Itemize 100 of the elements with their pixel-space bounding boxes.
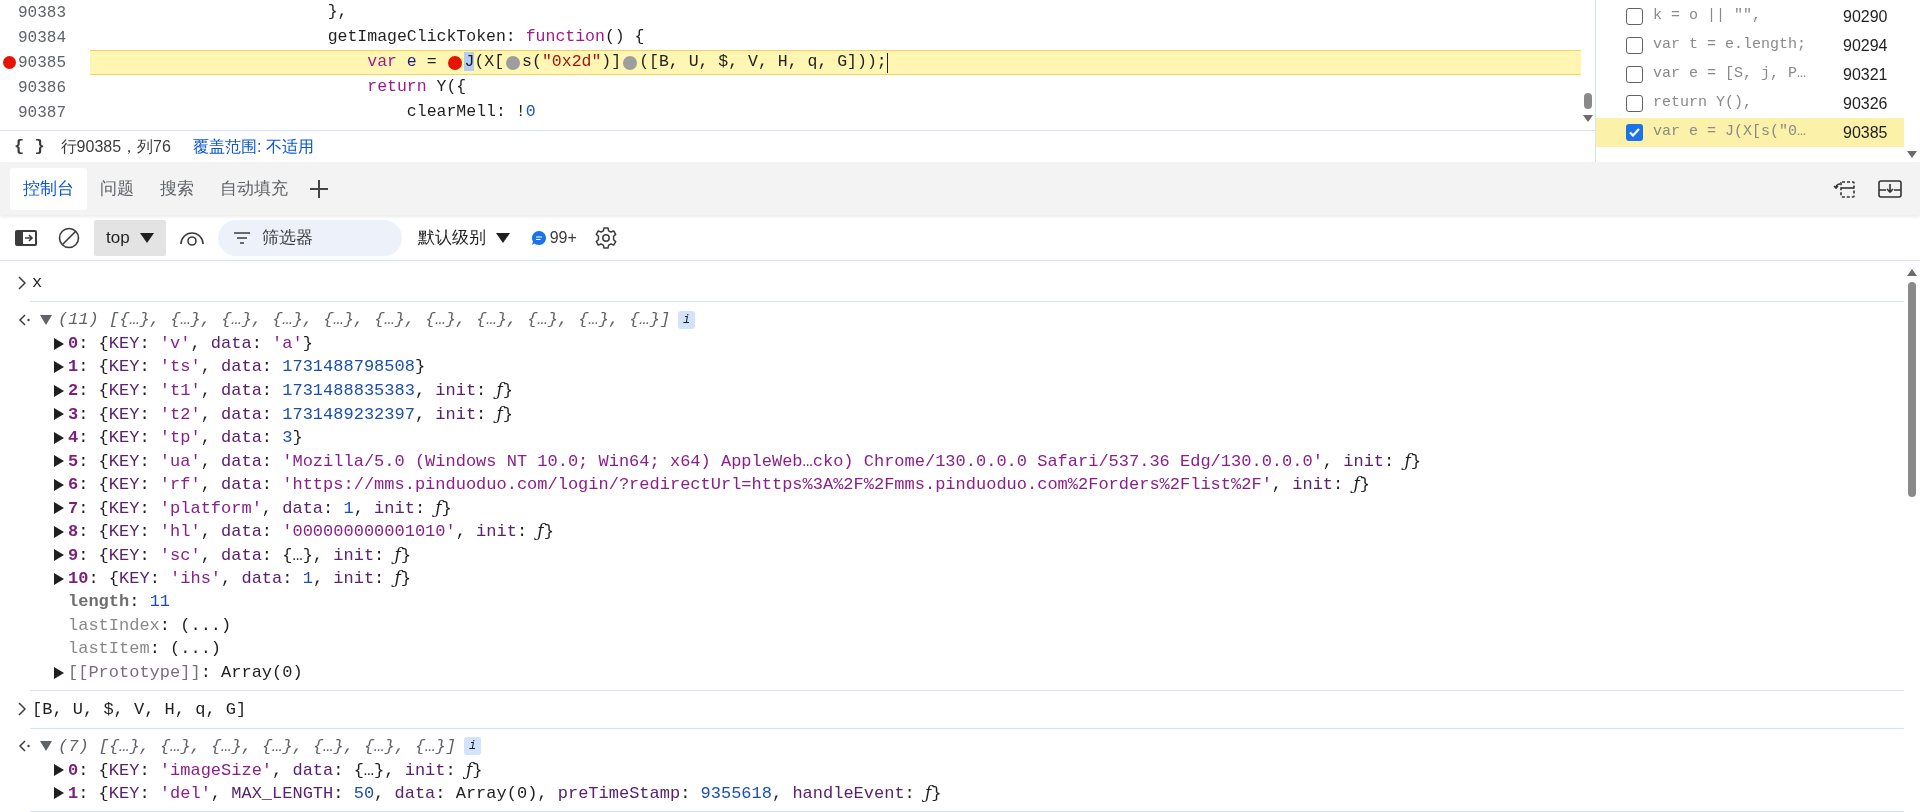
checkbox[interactable] <box>1626 37 1643 54</box>
breakpoint-line-number: 90326 <box>1843 93 1888 114</box>
result-arrow-icon <box>18 740 30 753</box>
line-number: 90383 <box>18 2 66 24</box>
undock-panel-icon[interactable] <box>1832 178 1856 199</box>
property-entry: lastItem: (...) <box>68 638 222 661</box>
breakpoint-code: k = o || "", <box>1653 6 1763 27</box>
checkmark-icon <box>1629 128 1640 137</box>
drawer-tab[interactable]: 问题 <box>87 167 147 210</box>
breakpoint-line-number: 90321 <box>1843 64 1888 85</box>
scroll-up-arrow-icon[interactable] <box>1907 269 1917 276</box>
property-entry: 9: {KEY: 'sc', data: {…}, init: ƒ} <box>68 542 411 567</box>
drawer-tab[interactable]: 自动填充 <box>207 167 301 210</box>
cursor-position: 行90385，列76 <box>60 136 171 157</box>
scrollbar-thumb[interactable] <box>1584 93 1592 109</box>
code-text: J(X[ <box>464 51 505 74</box>
property-entry: 0: {KEY: 'v', data: 'a'} <box>68 332 313 355</box>
dropdown-caret-icon <box>495 232 510 243</box>
expand-triangle-icon[interactable] <box>54 408 64 420</box>
expand-triangle-icon[interactable] <box>40 741 52 752</box>
property-entry: 2: {KEY: 't1', data: 1731488835383, init: ƒ} <box>68 378 513 403</box>
property-entry: [[Prototype]]: Array(0) <box>68 661 303 684</box>
chat-bubble-icon <box>531 230 546 245</box>
code-text: s("0x2d")] <box>522 51 622 74</box>
scrollbar-thumb[interactable] <box>1908 282 1916 497</box>
breakpoint-code: return Y(), <box>1653 93 1754 114</box>
checkbox[interactable] <box>1626 66 1643 83</box>
expand-triangle-icon[interactable] <box>54 549 64 561</box>
property-entry: 5: {KEY: 'ua', data: 'Mozilla/5.0 (Windows NT 10.0; Win64; x64) AppleWeb…cko) Chrome/130.0.0.0 Safari/537.36 Edg/130.0.0.0', init: ƒ} <box>68 448 1421 473</box>
expand-triangle-icon[interactable] <box>54 525 64 538</box>
expand-triangle-icon[interactable] <box>54 478 64 491</box>
breakpoint-line-number: 90294 <box>1843 35 1888 56</box>
property-entry: 8: {KEY: 'hl', data: '000000000001010', init: ƒ} <box>68 519 554 544</box>
breakpoint-line-number: 90385 <box>1843 122 1888 143</box>
info-badge[interactable]: i <box>463 737 482 756</box>
inline-breakpoint-icon[interactable] <box>448 55 463 70</box>
property-entry: 6: {KEY: 'rf', data: 'https://mms.pinduoduo.com/login/?redirectUrl=https%3A%2F%2Fmms.pinduoduo.com%2Forders%2Flist%2F', init: ƒ} <box>68 472 1370 497</box>
result-arrow-icon <box>18 314 30 326</box>
property-entry: 3: {KEY: 't2', data: 1731489232397, init: ƒ} <box>68 401 513 426</box>
property-entry: 1: {KEY: 'del', MAX_LENGTH: 50, data: Array(0), preTimeStamp: 9355618, handleEvent: ƒ} <box>68 781 942 805</box>
code-text: }, <box>326 1 348 24</box>
prompt-chevron-icon <box>18 702 26 717</box>
expand-triangle-icon[interactable] <box>54 787 64 800</box>
line-number: 90385 <box>18 52 66 74</box>
scroll-down-arrow-icon[interactable] <box>1907 151 1917 158</box>
coverage-link[interactable]: 覆盖范围: 不适用 <box>192 134 314 159</box>
breakpoint-code: var e = J(X[s("0… <box>1653 122 1808 143</box>
breakpoint-code: var e = [S, j, P… <box>1653 64 1808 85</box>
checkbox[interactable] <box>1626 124 1643 141</box>
log-level-dropdown[interactable]: 默认级别 <box>417 224 510 251</box>
expand-triangle-icon[interactable] <box>54 384 64 397</box>
prompt-chevron-icon <box>18 276 26 291</box>
property-entry: 10: {KEY: 'ihs', data: 1, init: ƒ} <box>68 566 411 591</box>
line-number: 90387 <box>18 102 66 124</box>
breakpoint-code: var t = e.length; <box>1653 35 1808 56</box>
expand-triangle-icon[interactable] <box>54 455 64 467</box>
scroll-down-arrow-icon[interactable] <box>1583 115 1593 122</box>
filter-icon <box>233 231 250 244</box>
checkbox[interactable] <box>1626 8 1643 25</box>
property-entry: 1: {KEY: 'ts', data: 1731488798508} <box>68 356 426 379</box>
info-badge[interactable]: i <box>678 311 696 329</box>
code-text: var e = <box>366 51 438 74</box>
breakpoint-line-number: 90290 <box>1843 6 1888 27</box>
filter-field[interactable]: 筛选器 <box>217 219 402 256</box>
code-text: ([B, U, $, V, H, q, G])); <box>639 51 887 74</box>
expand-triangle-icon[interactable] <box>54 337 64 350</box>
dropdown-caret-icon <box>139 232 154 243</box>
line-number: 90386 <box>18 77 66 99</box>
property-entry: lastIndex: (...) <box>68 614 232 637</box>
expand-triangle-icon[interactable] <box>54 361 64 373</box>
expand-triangle-icon[interactable] <box>54 763 64 776</box>
eye-icon[interactable] <box>179 229 204 246</box>
settings-icon[interactable] <box>594 226 617 249</box>
code-text: clearMell: !0 <box>405 101 536 124</box>
code-text: return Y({ <box>366 76 467 99</box>
expand-triangle-icon[interactable] <box>54 502 64 514</box>
expand-triangle-icon[interactable] <box>40 315 52 325</box>
sidebar-toggle-icon[interactable] <box>14 228 38 247</box>
expand-triangle-icon[interactable] <box>54 431 64 444</box>
message-count[interactable]: 99+ <box>531 225 577 250</box>
drawer-tab[interactable]: 控制台 <box>10 167 87 210</box>
checkbox[interactable] <box>1626 95 1643 112</box>
expand-triangle-icon[interactable] <box>54 572 64 585</box>
clear-console-icon[interactable] <box>58 226 80 249</box>
dock-bottom-icon[interactable] <box>1878 178 1902 199</box>
property-entry: 4: {KEY: 'tp', data: 3} <box>68 426 303 449</box>
breakpoint-item[interactable]: var e = J(X[s("0… 90385 <box>1596 118 1904 147</box>
property-entry: length: 11 <box>68 591 171 614</box>
property-entry: 7: {KEY: 'platform', data: 1, init: ƒ} <box>68 495 452 520</box>
console-command: x <box>32 272 43 295</box>
pretty-print-button[interactable]: { } <box>14 133 45 160</box>
drawer-tab[interactable]: 搜索 <box>147 167 207 210</box>
line-number: 90384 <box>18 27 66 49</box>
array-summary: (7) [{…}, {…}, {…}, {…}, {…}, {…}, {…}] <box>58 735 456 758</box>
expand-triangle-icon[interactable] <box>54 666 64 679</box>
context-dropdown[interactable]: top <box>94 219 166 256</box>
add-icon[interactable] <box>309 178 329 199</box>
property-entry: 0: {KEY: 'imageSize', data: {…}, init: ƒ} <box>68 757 483 782</box>
array-summary: (11) [{…}, {…}, {…}, {…}, {…}, {…}, {…}, {…}, {…}, {…}, {…}] <box>58 309 671 332</box>
code-text: getImageClickToken: function() { <box>326 26 645 49</box>
